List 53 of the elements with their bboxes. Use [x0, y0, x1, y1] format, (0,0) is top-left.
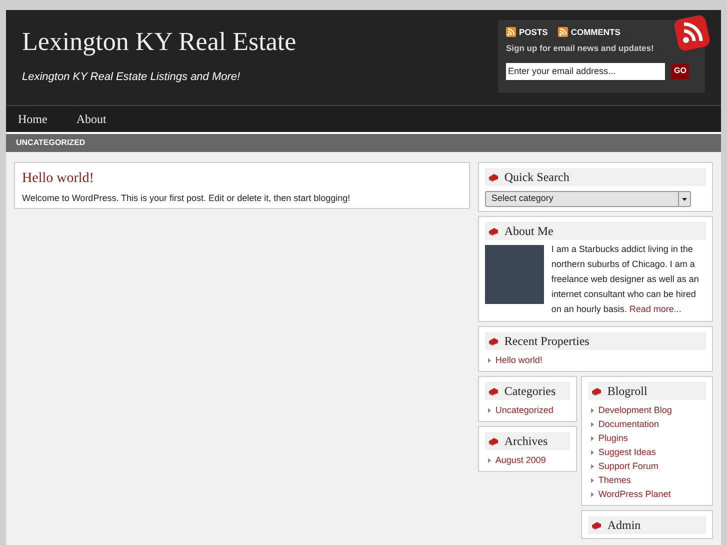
bullet-icon	[591, 478, 594, 483]
go-button[interactable]: GO	[671, 64, 690, 78]
hat-icon	[488, 436, 500, 446]
nav-link[interactable]: Home	[18, 110, 48, 128]
widget-title: Blogroll	[607, 383, 648, 400]
widget-link[interactable]: Suggest Ideas	[598, 446, 656, 459]
bullet-icon	[488, 358, 492, 363]
hat-icon	[591, 520, 602, 530]
feed-icon	[558, 27, 568, 38]
read-more-link[interactable]: Read more...	[629, 304, 682, 314]
widget-link[interactable]: Uncategorized	[495, 404, 554, 417]
post-title[interactable]: Hello world!	[22, 168, 462, 189]
bullet-icon	[591, 422, 594, 427]
hat-icon	[488, 226, 500, 236]
bullet-icon	[591, 492, 594, 497]
email-field[interactable]: Enter your email address...	[506, 62, 665, 80]
feed-icon	[506, 27, 516, 38]
widget-title: Categories	[504, 383, 556, 400]
site-tagline: Lexington KY Real Estate Listings and More!	[22, 70, 242, 85]
bullet-icon	[488, 458, 492, 463]
feed-link[interactable]: POSTS	[519, 26, 548, 39]
widget-title: Quick Search	[504, 169, 570, 186]
hat-icon	[488, 172, 500, 182]
feed-link[interactable]: COMMENTS	[570, 26, 620, 39]
widget-title: Admin	[607, 517, 641, 534]
post-text: Welcome to WordPress. This is your first post. Edit or delete it, then start blogging!	[22, 192, 352, 205]
hat-icon	[591, 386, 602, 396]
hat-icon	[488, 386, 500, 396]
signup-text: Sign up for email news and updates!	[506, 42, 655, 54]
widget-link[interactable]: Hello world!	[495, 354, 542, 367]
bullet-icon	[591, 450, 594, 455]
widget-link[interactable]: WordPress Planet	[598, 488, 671, 501]
about-text: I am a Starbucks addict living in the northern suburbs of Chicago. I am a freelance web designer as well as an internet consultant who can be hired on an hourly basis. Read more...	[551, 243, 700, 316]
bullet-icon	[591, 436, 594, 441]
widget-title: Archives	[504, 433, 548, 450]
widget-link[interactable]: Development Blog	[598, 404, 672, 417]
caret-icon	[682, 198, 688, 200]
site-title[interactable]: Lexington KY Real Estate	[22, 26, 296, 58]
category-select[interactable]: Select category	[485, 191, 692, 207]
widget-link[interactable]: Plugins	[598, 432, 628, 445]
widget-link[interactable]: Themes	[598, 474, 631, 487]
hat-icon	[488, 336, 500, 346]
widget-link[interactable]: Documentation	[598, 418, 659, 431]
widget-link[interactable]: Support Forum	[598, 460, 658, 473]
category-bar: UNCATEGORIZED	[6, 134, 721, 152]
widget-link[interactable]: August 2009	[495, 454, 546, 467]
nav-link[interactable]: About	[76, 110, 106, 128]
bullet-icon	[591, 408, 594, 413]
bullet-icon	[591, 464, 594, 469]
widget-title: About Me	[504, 223, 554, 240]
photo-placeholder	[485, 245, 544, 304]
bullet-icon	[488, 408, 492, 413]
widget-title: Recent Properties	[504, 333, 590, 350]
